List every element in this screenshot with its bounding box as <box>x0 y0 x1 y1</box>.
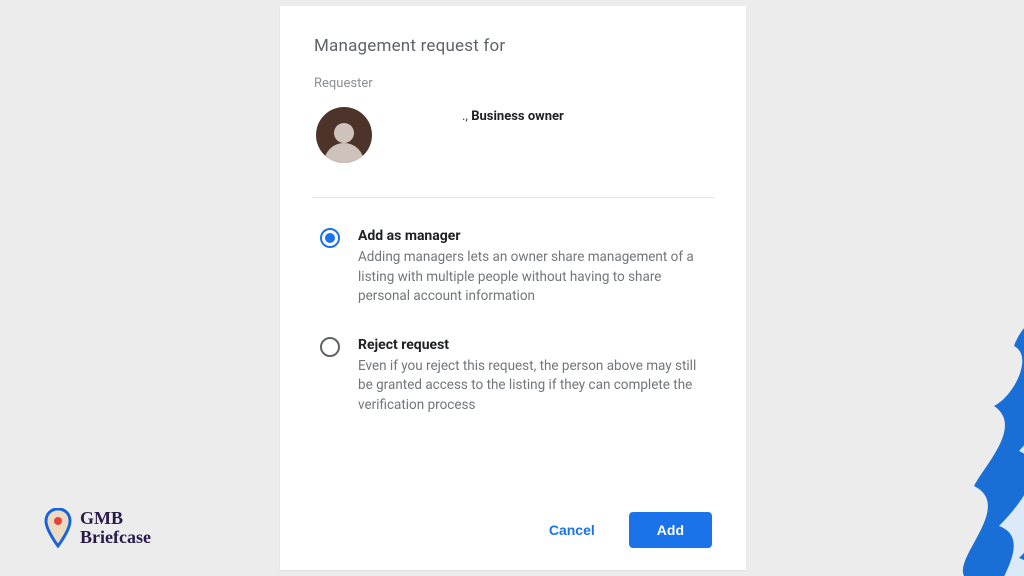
option-reject-request[interactable]: Reject request Even if you reject this r… <box>320 337 712 416</box>
requester-row: ., Business owner <box>314 107 712 163</box>
option-title: Add as manager <box>358 228 712 244</box>
dialog-actions: Cancel Add <box>314 504 712 548</box>
requester-role: ., Business owner <box>462 107 564 124</box>
avatar <box>316 107 372 163</box>
dialog-title: Management request for <box>314 36 712 56</box>
option-desc: Even if you reject this request, the per… <box>358 357 712 416</box>
brand-logo: GMB Briefcase <box>44 508 151 548</box>
radio-reject-request[interactable] <box>320 337 340 357</box>
add-button[interactable]: Add <box>629 512 712 548</box>
divider <box>312 197 714 198</box>
option-title: Reject request <box>358 337 712 353</box>
cancel-button[interactable]: Cancel <box>543 514 601 546</box>
brand-text: GMB Briefcase <box>80 509 151 547</box>
management-request-dialog: Management request for Requester ., Busi… <box>280 6 746 570</box>
pin-icon <box>44 508 72 548</box>
radio-add-as-manager[interactable] <box>320 228 340 248</box>
requester-label: Requester <box>314 76 712 91</box>
decorative-brush <box>764 256 1024 576</box>
options-group: Add as manager Adding managers lets an o… <box>314 228 712 445</box>
option-desc: Adding managers lets an owner share mana… <box>358 248 712 307</box>
option-add-as-manager[interactable]: Add as manager Adding managers lets an o… <box>320 228 712 307</box>
